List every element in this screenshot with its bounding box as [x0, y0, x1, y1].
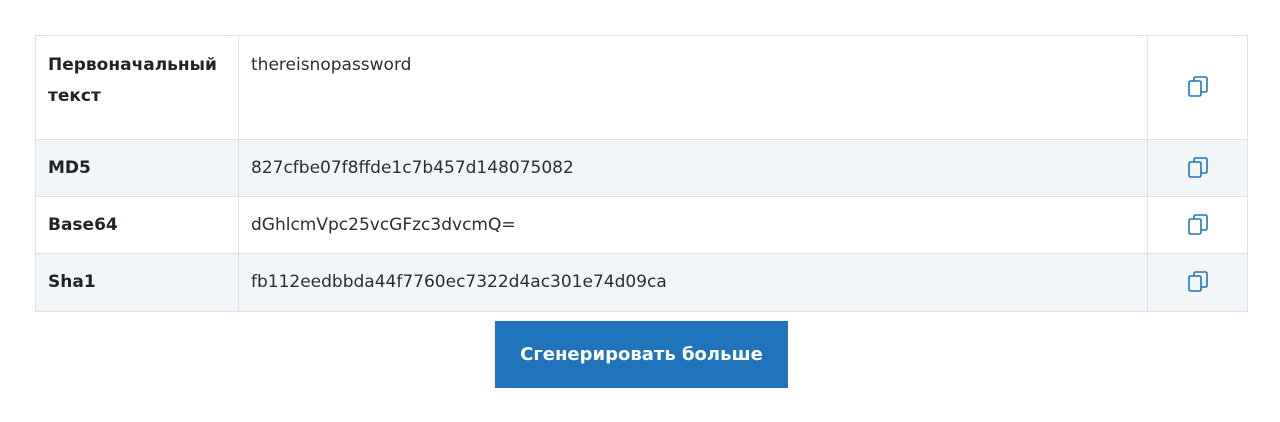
generate-more-button[interactable]: Сгенерировать больше [495, 321, 788, 388]
row-label: MD5 [35, 139, 239, 197]
copy-icon[interactable] [1186, 74, 1210, 100]
table-row: MD5 827cfbe07f8ffde1c7b457d148075082 [35, 139, 1248, 197]
table-row: Base64 dGhlcmVpc25vcGFzc3dvcmQ= [35, 196, 1248, 254]
copy-icon[interactable] [1186, 212, 1210, 238]
copy-cell [1147, 139, 1248, 197]
copy-icon[interactable] [1186, 269, 1210, 295]
copy-cell [1147, 196, 1248, 254]
row-label: Base64 [35, 196, 239, 254]
row-label: Sha1 [35, 253, 239, 312]
copy-icon[interactable] [1186, 155, 1210, 181]
row-value: fb112eedbbda44f7760ec7322d4ac301e74d09ca [238, 253, 1148, 312]
table-row: Первоначальный текст thereisnopassword [35, 35, 1248, 140]
copy-cell [1147, 35, 1248, 140]
copy-cell [1147, 253, 1248, 312]
hash-results-panel: Первоначальный текст thereisnopassword M… [0, 0, 1280, 422]
row-value: dGhlcmVpc25vcGFzc3dvcmQ= [238, 196, 1148, 254]
row-value: thereisnopassword [238, 35, 1148, 140]
table-row: Sha1 fb112eedbbda44f7760ec7322d4ac301e74… [35, 253, 1248, 312]
row-value: 827cfbe07f8ffde1c7b457d148075082 [238, 139, 1148, 197]
hash-table: Первоначальный текст thereisnopassword M… [35, 35, 1248, 312]
row-label: Первоначальный текст [35, 35, 239, 140]
